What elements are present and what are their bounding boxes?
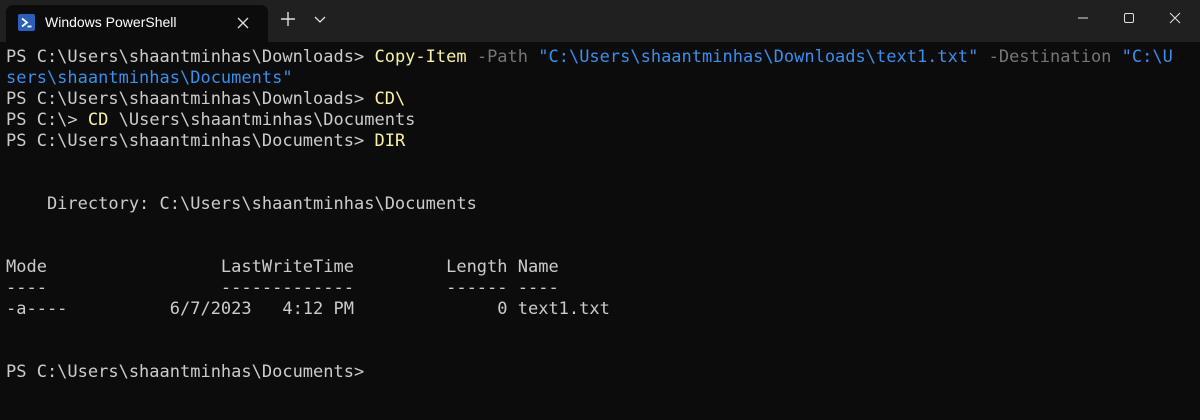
close-window-button[interactable] [1152,0,1198,36]
prompt: PS C:\Users\shaantminhas\Downloads> [6,47,375,67]
table-header: Mode LastWriteTime Length Name [6,257,559,277]
command: CD\ [374,89,406,109]
powershell-icon [18,14,35,31]
terminal-line: PS C:\Users\shaantminhas\Downloads> Copy… [6,47,1196,68]
command-argument: \Users\shaantminhas\Documents [108,110,416,130]
final-prompt: PS C:\Users\shaantminhas\Documents> [6,362,365,382]
directory-line: Directory: C:\Users\shaantminhas\Documen… [6,194,477,214]
powershell-window: Windows PowerShell PS C:\Users\shaantmin… [0,0,1200,420]
minimize-icon [1078,17,1088,19]
tab-windows-powershell[interactable]: Windows PowerShell [6,5,268,42]
command: DIR [374,131,406,151]
table-row: -a---- 6/7/2023 4:12 PM 0 text1.txt [6,299,610,319]
chevron-down-icon[interactable] [312,11,328,27]
table-separator: ---- ------------- ------ ---- [6,278,559,298]
string-argument: "C:\U [1121,47,1173,67]
terminal-line: sers\shaantminhas\Documents" [6,68,1196,89]
command: CD [87,110,109,130]
title-bar: Windows PowerShell [0,0,1200,42]
prompt: PS C:\> [6,110,88,130]
terminal-line: PS C:\Users\shaantminhas\Documents> DIR [6,131,1196,152]
tab-title: Windows PowerShell [45,14,177,30]
plus-icon[interactable] [278,9,298,29]
maximize-button[interactable] [1106,0,1152,36]
parameter: -Destination [978,47,1122,67]
string-argument: sers\shaantminhas\Documents" [6,68,293,88]
maximize-icon [1124,13,1134,23]
terminal-output[interactable]: PS C:\Users\shaantminhas\Downloads> Copy… [6,47,1196,383]
prompt: PS C:\Users\shaantminhas\Downloads> [6,89,375,109]
prompt: PS C:\Users\shaantminhas\Documents> [6,131,375,151]
close-icon [1169,12,1181,24]
close-icon[interactable] [234,14,252,32]
minimize-button[interactable] [1060,0,1106,36]
cmdlet: Copy-Item [374,47,467,67]
terminal-line: PS C:\> CD \Users\shaantminhas\Documents [6,110,1196,131]
string-argument: "C:\Users\shaantminhas\Downloads\text1.t… [538,47,979,67]
parameter: -Path [466,47,539,67]
terminal-line: PS C:\Users\shaantminhas\Downloads> CD\ [6,89,1196,110]
